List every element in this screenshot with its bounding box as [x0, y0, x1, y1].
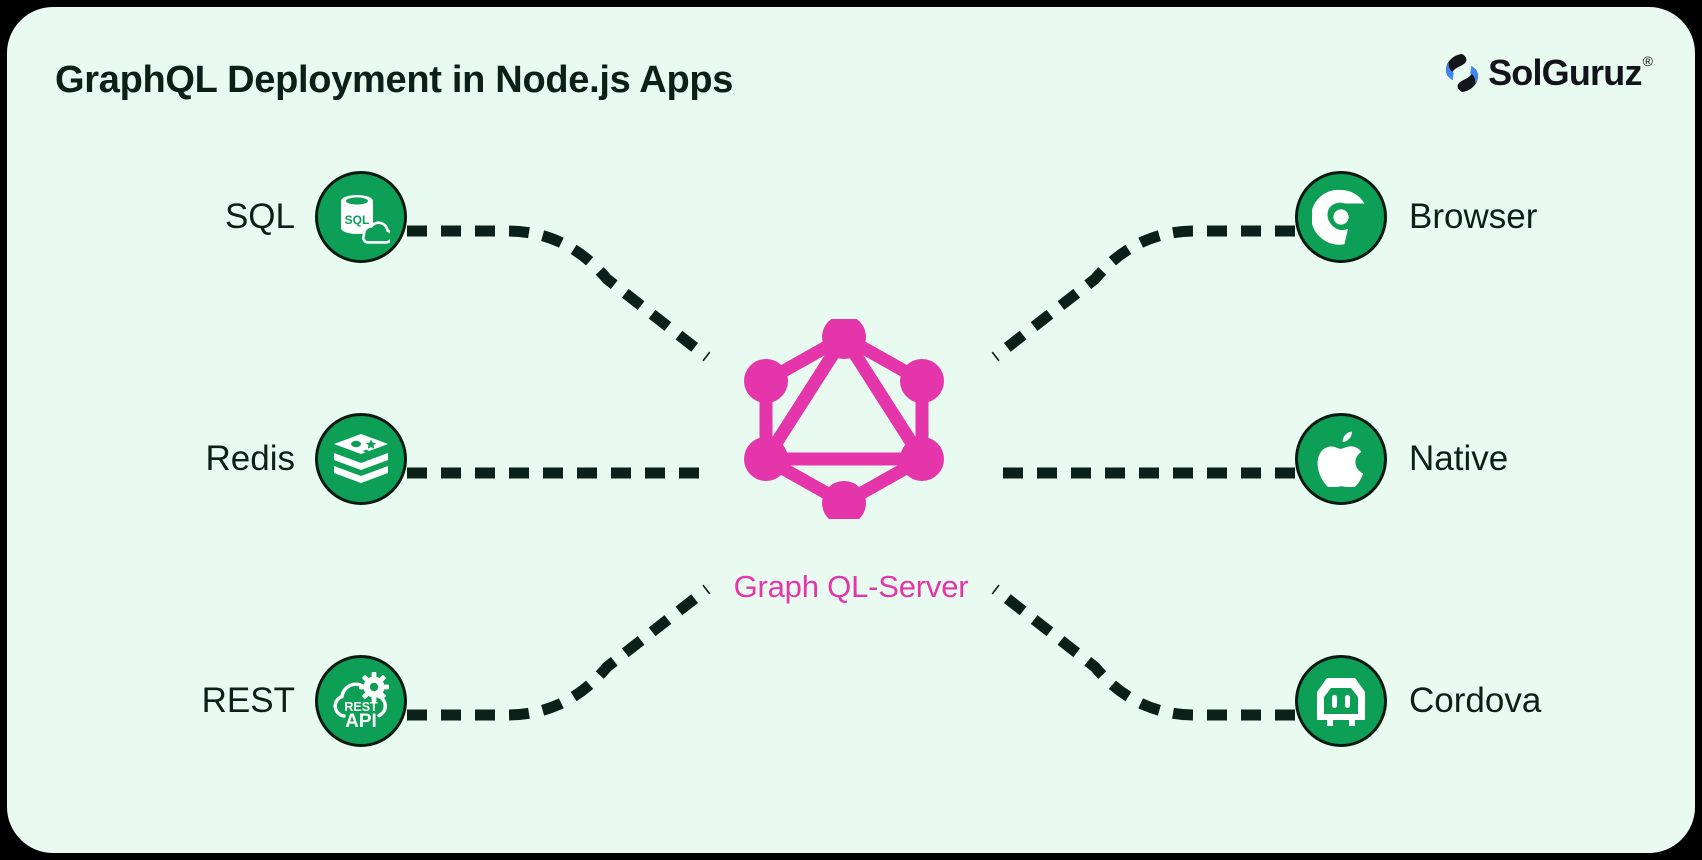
connector-browser — [991, 225, 1295, 362]
diagram-card: GraphQL Deployment in Node.js Apps SolGu… — [7, 7, 1695, 853]
node-browser[interactable]: Browser — [1295, 169, 1635, 265]
apple-logo-icon — [1295, 413, 1387, 505]
node-label-cordova: Cordova — [1409, 681, 1542, 720]
node-label-redis: Redis — [205, 439, 295, 478]
node-label-browser: Browser — [1409, 197, 1538, 236]
screenshot-canvas: GraphQL Deployment in Node.js Apps SolGu… — [0, 0, 1702, 860]
rest-icon-text-bottom: API — [345, 711, 377, 730]
chrome-browser-icon — [1295, 171, 1387, 263]
node-label-rest: REST — [201, 681, 295, 720]
svg-text:SQL: SQL — [345, 213, 370, 227]
rest-api-cloud-gear-icon: REST API — [315, 655, 407, 747]
node-rest[interactable]: REST REST API — [107, 653, 407, 749]
node-native[interactable]: Native — [1295, 411, 1635, 507]
sql-database-cloud-icon: SQL — [315, 171, 407, 263]
node-redis[interactable]: Redis — [107, 411, 407, 507]
node-label-native: Native — [1409, 439, 1509, 478]
graphql-server-label: Graph QL-Server — [733, 569, 969, 604]
connector-sql — [407, 225, 711, 362]
node-label-sql: SQL — [224, 197, 295, 236]
node-sql[interactable]: SQL SQL — [107, 169, 407, 265]
connector-cordova — [991, 584, 1295, 721]
redis-stack-icon — [315, 413, 407, 505]
connector-rest — [407, 584, 711, 721]
cordova-robot-icon — [1295, 655, 1387, 747]
graphql-logo-icon — [744, 319, 944, 519]
node-cordova[interactable]: Cordova — [1295, 653, 1655, 749]
